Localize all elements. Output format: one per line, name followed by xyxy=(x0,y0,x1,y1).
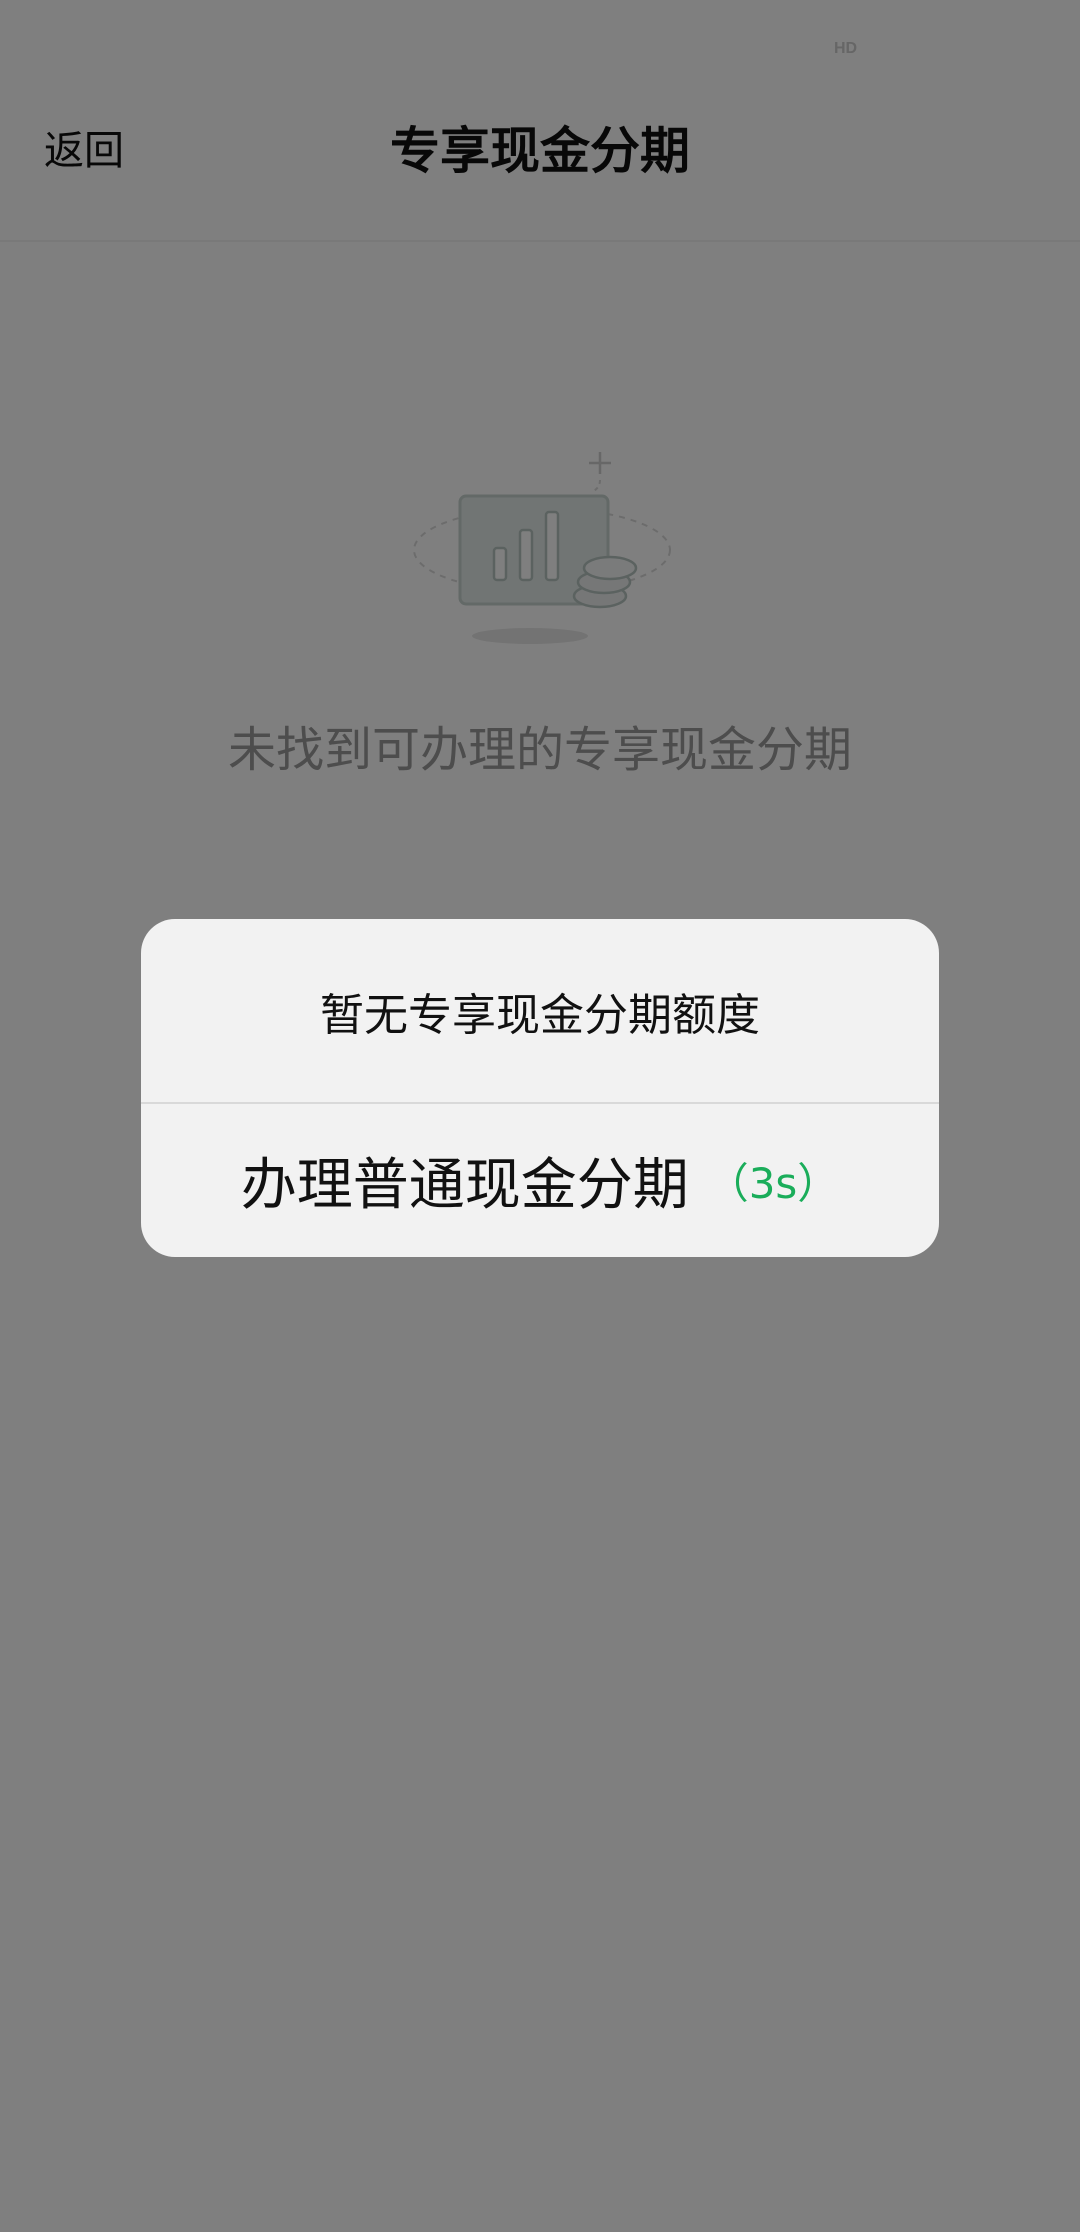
dialog-action-label: 办理普通现金分期 xyxy=(240,1153,689,1218)
apply-regular-installment-button[interactable]: 办理普通现金分期 （3s） xyxy=(141,1104,939,1257)
dialog: 暂无专享现金分期额度 办理普通现金分期 （3s） xyxy=(141,919,939,1257)
screen: 13:43 4G 4G+ xyxy=(0,0,1080,2232)
countdown-label: （3s） xyxy=(706,1159,840,1208)
dialog-message: 暂无专享现金分期额度 xyxy=(320,989,760,1041)
